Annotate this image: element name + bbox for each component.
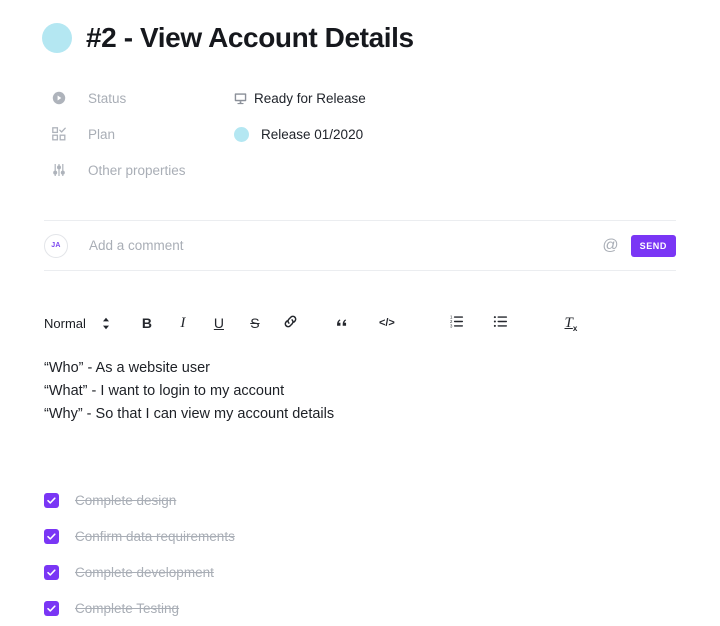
checklist-item-label: Complete development — [75, 564, 214, 580]
description-line-2: “What” - I want to login to my account — [44, 383, 285, 399]
checklist: Complete design Confirm data requirement… — [0, 482, 720, 626]
checklist-item[interactable]: Confirm data requirements — [44, 518, 720, 554]
clear-format-icon: Tx — [565, 314, 578, 333]
page-title: #2 - View Account Details — [86, 22, 414, 53]
checklist-item[interactable]: Complete development — [44, 554, 720, 590]
text-style-dropdown[interactable]: Normal — [44, 316, 110, 331]
checklist-item-label: Complete design — [75, 492, 177, 508]
property-value-plan[interactable]: Release 01/2020 — [234, 126, 364, 142]
grid-check-icon — [48, 127, 70, 141]
clear-format-t: T — [564, 314, 573, 331]
comment-composer: JA @ SEND — [0, 221, 720, 270]
comment-input[interactable] — [89, 238, 603, 253]
property-row-status[interactable]: Status Ready for Release — [48, 80, 720, 116]
checklist-item[interactable]: Complete Testing — [44, 590, 720, 626]
divider-below-comment — [44, 270, 676, 271]
editor-toolbar: Normal B I U S </> 1 2 3 Tx — [0, 301, 720, 345]
property-row-other-properties[interactable]: Other properties — [48, 152, 720, 188]
ordered-list-button[interactable]: 1 2 3 — [444, 310, 470, 336]
send-button[interactable]: SEND — [630, 234, 676, 257]
monitor-icon — [234, 92, 247, 105]
checkbox-checked-icon[interactable] — [44, 492, 59, 508]
bullet-list-button[interactable] — [488, 310, 514, 336]
description-line-1: “Who” - As a website user — [44, 360, 210, 376]
link-icon — [283, 314, 298, 332]
strikethrough-button[interactable]: S — [242, 310, 268, 336]
property-row-plan[interactable]: Plan Release 01/2020 — [48, 116, 720, 152]
property-value-plan-text: Release 01/2020 — [261, 126, 364, 142]
property-label-status: Status — [88, 90, 127, 106]
code-button[interactable]: </> — [374, 310, 400, 336]
checklist-item-label: Confirm data requirements — [75, 528, 235, 544]
property-label-plan: Plan — [88, 126, 116, 142]
ordered-list-icon: 1 2 3 — [449, 314, 464, 332]
svg-text:3: 3 — [450, 324, 453, 329]
blockquote-button[interactable] — [330, 310, 356, 336]
checkbox-checked-icon[interactable] — [44, 564, 59, 580]
cyan-dot-icon — [234, 126, 249, 142]
chevron-updown-icon — [102, 317, 110, 330]
bullet-list-icon — [493, 314, 508, 332]
italic-button[interactable]: I — [170, 310, 196, 336]
description-line-3: “Why” - So that I can view my account de… — [44, 406, 335, 422]
avatar: JA — [44, 233, 68, 258]
clear-format-button[interactable]: Tx — [558, 310, 584, 336]
code-icon: </> — [378, 317, 395, 329]
sliders-icon — [48, 163, 70, 177]
page-title-row: #2 - View Account Details — [0, 0, 720, 58]
description-body[interactable]: “Who” - As a website user “What” - I wan… — [0, 345, 720, 426]
property-label-other-properties: Other properties — [88, 162, 186, 178]
issue-color-dot-icon — [42, 23, 72, 53]
at-sign-icon[interactable]: @ — [602, 237, 618, 254]
link-button[interactable] — [278, 310, 304, 336]
underline-button[interactable]: U — [206, 310, 232, 336]
properties-panel: Status Ready for Release Plan Release 01… — [0, 80, 720, 188]
quote-icon — [335, 314, 350, 332]
clear-format-x: x — [572, 323, 578, 333]
property-value-status[interactable]: Ready for Release — [234, 91, 366, 106]
text-style-label: Normal — [44, 315, 86, 331]
checklist-item[interactable]: Complete design — [44, 482, 720, 518]
bold-button[interactable]: B — [134, 310, 160, 336]
property-value-status-text: Ready for Release — [254, 90, 366, 106]
play-circle-icon — [48, 91, 70, 105]
checklist-item-label: Complete Testing — [75, 600, 180, 616]
checkbox-checked-icon[interactable] — [44, 528, 59, 544]
checkbox-checked-icon[interactable] — [44, 600, 59, 616]
